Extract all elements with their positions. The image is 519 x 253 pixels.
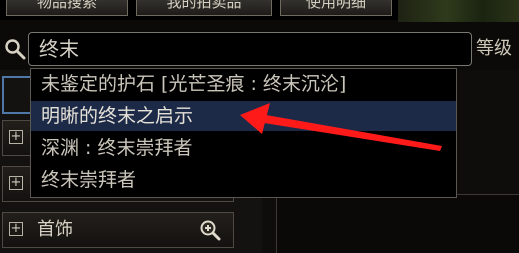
expand-plus-icon[interactable]: + [9,222,23,236]
search-input[interactable]: 终末 [28,32,472,66]
dropdown-item-selected[interactable]: 明晰的终末之启示 [31,101,456,131]
autocomplete-dropdown: 未鉴定的护石 [光芒圣痕 : 终末沉沦] 明晰的终末之启示 深渊 : 终末崇拜者… [30,68,457,198]
category-row-accessories[interactable]: + 首饰 [2,212,234,248]
zoom-in-icon[interactable] [199,219,221,241]
tab-item-search[interactable]: 物品搜索 [6,0,128,16]
tab-usage-details[interactable]: 使用明细 [280,0,392,16]
dropdown-item[interactable]: 深渊 : 终末崇拜者 [31,133,456,163]
search-icon [5,39,26,60]
level-label: 等级 [476,38,512,59]
tab-my-auctions[interactable]: 我的拍卖品 [136,0,272,16]
results-panel [276,194,519,253]
dropdown-item[interactable]: 终末崇拜者 [31,165,456,195]
dropdown-item[interactable]: 未鉴定的护石 [光芒圣痕 : 终末沉沦] [31,69,456,99]
background-decoration [398,0,519,22]
selected-category-frame[interactable] [2,76,32,114]
category-label: 首饰 [37,219,73,240]
search-input-value: 终末 [39,37,79,61]
expand-plus-icon[interactable]: + [9,130,23,144]
tab-strip: 物品搜索 我的拍卖品 使用明细 [0,0,519,22]
expand-plus-icon[interactable]: + [9,176,23,190]
